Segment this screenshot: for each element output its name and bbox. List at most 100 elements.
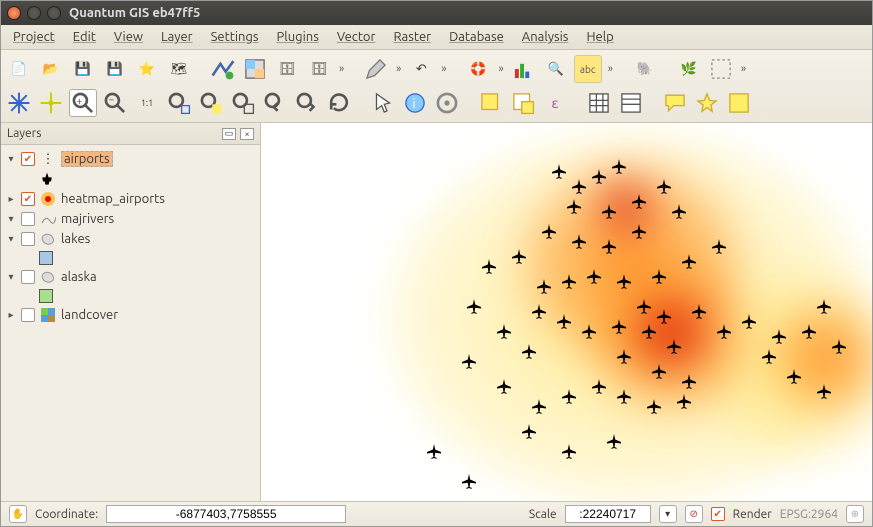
- pan-icon[interactable]: [5, 89, 33, 117]
- layer-alaska[interactable]: ▾ alaska: [5, 267, 256, 287]
- scale-dropdown-icon[interactable]: ▾: [659, 505, 677, 523]
- menu-database[interactable]: Database: [449, 30, 504, 44]
- crs-icon[interactable]: ⊕: [846, 505, 864, 523]
- zoom-layer-extent-icon[interactable]: [229, 89, 257, 117]
- zoom-last-icon[interactable]: [261, 89, 289, 117]
- layer-checkbox[interactable]: [21, 232, 35, 246]
- close-panel-icon[interactable]: ×: [240, 128, 254, 140]
- overflow-icon[interactable]: »: [394, 63, 403, 75]
- scale-input[interactable]: [565, 505, 651, 523]
- new-bookmark-icon[interactable]: [725, 89, 753, 117]
- add-postgis-icon[interactable]: 🗄: [273, 55, 301, 83]
- chevron-down-icon[interactable]: ▾: [5, 153, 17, 165]
- map-canvas[interactable]: [261, 123, 872, 501]
- menu-edit[interactable]: Edit: [73, 30, 96, 44]
- label-icon[interactable]: abc: [574, 55, 602, 83]
- menu-view[interactable]: View: [114, 30, 143, 44]
- deselect-icon[interactable]: [509, 89, 537, 117]
- coordinate-input[interactable]: [106, 505, 346, 523]
- menu-analysis[interactable]: Analysis: [522, 30, 569, 44]
- menu-settings[interactable]: Settings: [211, 30, 259, 44]
- overflow-icon[interactable]: »: [337, 63, 346, 75]
- layer-legend-icon: [39, 169, 256, 189]
- menu-plugins[interactable]: Plugins: [277, 30, 319, 44]
- field-calc-icon[interactable]: [617, 89, 645, 117]
- identify-icon[interactable]: i: [401, 89, 429, 117]
- annotation-icon[interactable]: [661, 89, 689, 117]
- help-icon[interactable]: 🛟: [465, 55, 493, 83]
- actions-icon[interactable]: [433, 89, 461, 117]
- toggle-extents-icon[interactable]: ✋: [9, 505, 27, 523]
- grass-region-icon[interactable]: [707, 55, 735, 83]
- chevron-down-icon[interactable]: ▾: [5, 233, 17, 245]
- pointer-icon[interactable]: [369, 89, 397, 117]
- chevron-right-icon[interactable]: ▸: [5, 193, 17, 205]
- zoom-next-icon[interactable]: [293, 89, 321, 117]
- overflow-icon[interactable]: »: [739, 63, 748, 75]
- layer-checkbox[interactable]: [21, 152, 35, 166]
- add-spatialite-icon[interactable]: 🗄: [305, 55, 333, 83]
- layer-checkbox[interactable]: [21, 192, 35, 206]
- layer-checkbox[interactable]: [21, 308, 35, 322]
- zoom-out-icon[interactable]: −: [101, 89, 129, 117]
- stop-render-icon[interactable]: ⊘: [685, 505, 703, 523]
- polygon-symbol-icon: [39, 231, 57, 247]
- overflow-icon[interactable]: »: [606, 63, 615, 75]
- zoom-full-icon[interactable]: [165, 89, 193, 117]
- open-project-icon[interactable]: 📂: [37, 55, 65, 83]
- grass-tools-icon[interactable]: 🌿: [675, 55, 703, 83]
- histogram-icon[interactable]: [510, 55, 538, 83]
- expression-select-icon[interactable]: ε: [541, 89, 569, 117]
- layer-heatmap-airports[interactable]: ▸ heatmap_airports: [5, 189, 256, 209]
- menu-layer[interactable]: Layer: [161, 30, 193, 44]
- layer-legend-icon: [39, 249, 256, 267]
- zoom-native-icon[interactable]: 1:1: [133, 89, 161, 117]
- save-as-icon[interactable]: 💾: [101, 55, 129, 83]
- layer-checkbox[interactable]: [21, 212, 35, 226]
- polygon-symbol-icon: [39, 269, 57, 285]
- add-vector-icon[interactable]: [209, 55, 237, 83]
- table-icon[interactable]: [585, 89, 613, 117]
- refresh-icon[interactable]: [325, 89, 353, 117]
- svg-text:i: i: [412, 97, 415, 111]
- maximize-icon[interactable]: [47, 6, 61, 20]
- zoom-layer-icon[interactable]: 🔍: [542, 55, 570, 83]
- new-project-icon[interactable]: 📄: [5, 55, 33, 83]
- layer-lakes[interactable]: ▾ lakes: [5, 229, 256, 249]
- render-label: Render: [733, 508, 772, 521]
- overflow-icon[interactable]: »: [439, 63, 448, 75]
- menu-project[interactable]: Project: [13, 30, 55, 44]
- close-icon[interactable]: [7, 6, 21, 20]
- layer-landcover[interactable]: ▸ landcover: [5, 305, 256, 325]
- layer-majrivers[interactable]: ▾ majrivers: [5, 209, 256, 229]
- pan-selection-icon[interactable]: [37, 89, 65, 117]
- minimize-icon[interactable]: [27, 6, 41, 20]
- save-project-icon[interactable]: 💾: [69, 55, 97, 83]
- new-composer-icon[interactable]: ⭐: [133, 55, 161, 83]
- select-icon[interactable]: [477, 89, 505, 117]
- postgis-icon[interactable]: 🐘: [631, 55, 659, 83]
- overflow-icon[interactable]: »: [497, 63, 506, 75]
- layer-label: landcover: [61, 308, 118, 322]
- zoom-in-icon[interactable]: +: [69, 89, 97, 117]
- chevron-down-icon[interactable]: ▾: [5, 271, 17, 283]
- chevron-right-icon[interactable]: ▸: [5, 309, 17, 321]
- layer-checkbox[interactable]: [21, 270, 35, 284]
- layer-airports[interactable]: ▾ ⋮ airports: [5, 149, 256, 169]
- menu-help[interactable]: Help: [586, 30, 613, 44]
- edit-toggle-icon[interactable]: [362, 55, 390, 83]
- bookmark-icon[interactable]: [693, 89, 721, 117]
- undo-icon[interactable]: ↶: [407, 55, 435, 83]
- layers-tree[interactable]: ▾ ⋮ airports ▸ heatmap_airports ▾ majr: [1, 145, 260, 501]
- menu-raster[interactable]: Raster: [393, 30, 431, 44]
- zoom-selection-icon[interactable]: [197, 89, 225, 117]
- add-raster-icon[interactable]: [241, 55, 269, 83]
- layers-title: Layers: [7, 127, 41, 140]
- layer-label: majrivers: [61, 212, 114, 226]
- crs-label[interactable]: EPSG:2964: [780, 508, 838, 521]
- undock-icon[interactable]: ▭: [222, 128, 236, 140]
- composer-manager-icon[interactable]: 🗺: [165, 55, 193, 83]
- menu-vector[interactable]: Vector: [337, 30, 376, 44]
- chevron-down-icon[interactable]: ▾: [5, 213, 17, 225]
- render-checkbox[interactable]: [711, 507, 725, 521]
